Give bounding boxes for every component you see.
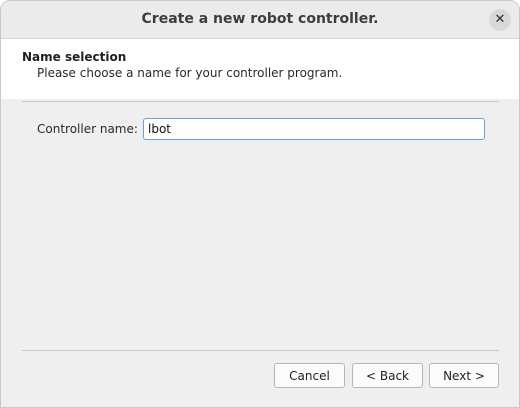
wizard-header: Name selection Please choose a name for … bbox=[1, 39, 519, 99]
back-button[interactable]: < Back bbox=[352, 363, 423, 388]
page-title: Name selection bbox=[22, 50, 127, 64]
dialog-window: Create a new robot controller. ✕ Name se… bbox=[0, 0, 520, 408]
page-description: Please choose a name for your controller… bbox=[37, 66, 343, 80]
cancel-button[interactable]: Cancel bbox=[274, 363, 345, 388]
close-icon: ✕ bbox=[494, 12, 506, 27]
controller-name-input[interactable] bbox=[143, 118, 485, 140]
next-button[interactable]: Next > bbox=[429, 363, 499, 388]
controller-name-label: Controller name: bbox=[37, 122, 138, 136]
window-title: Create a new robot controller. bbox=[141, 11, 379, 27]
title-bar: Create a new robot controller. ✕ bbox=[1, 1, 519, 39]
footer-divider bbox=[22, 350, 499, 351]
header-divider bbox=[22, 101, 499, 102]
close-button[interactable]: ✕ bbox=[489, 9, 511, 31]
